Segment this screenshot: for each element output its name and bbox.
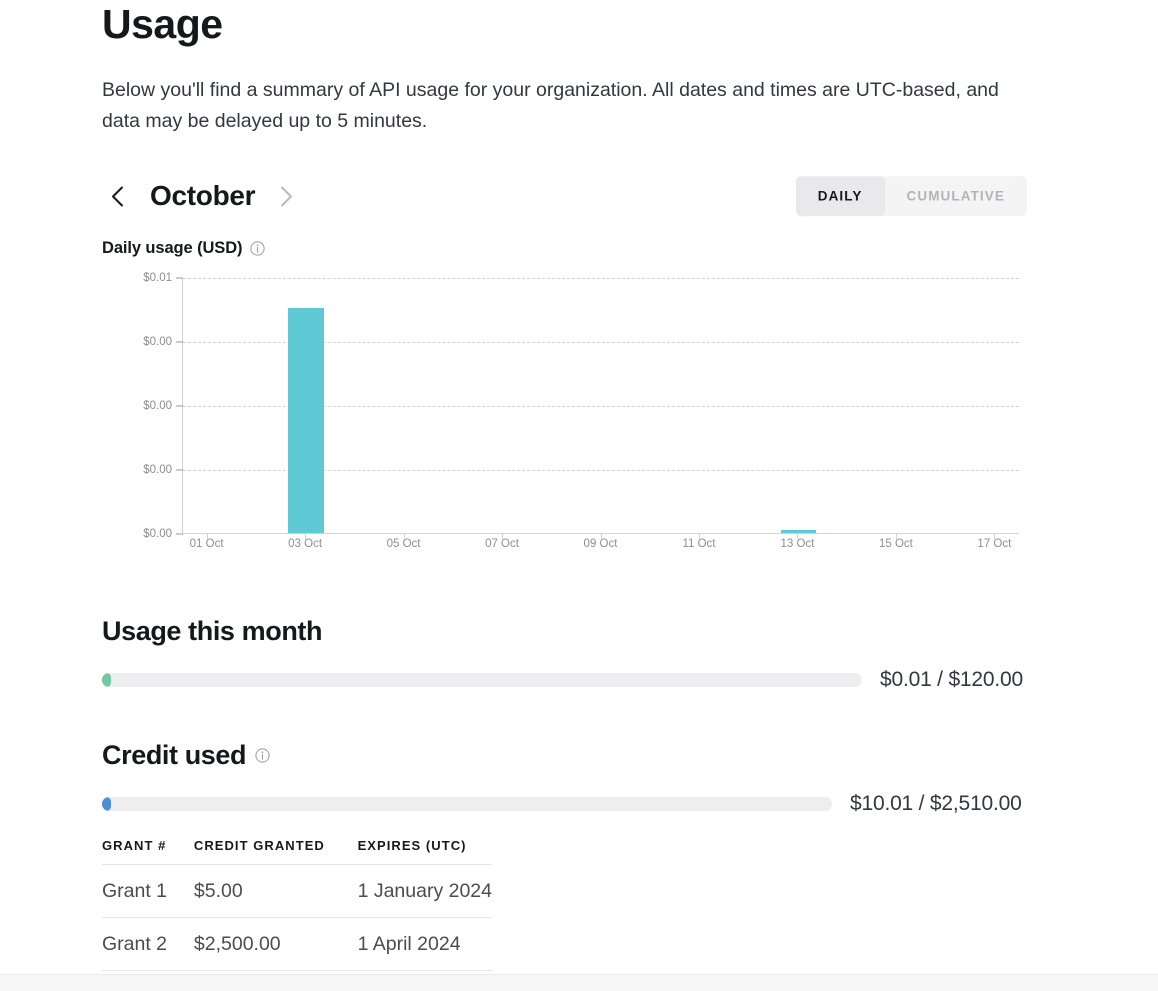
x-axis-tick-label: 05 Oct — [387, 538, 421, 550]
y-axis-tick-label: $0.00 — [143, 528, 172, 540]
chevron-right-icon[interactable] — [271, 181, 301, 211]
y-axis-tick-label: $0.01 — [143, 272, 172, 284]
section-title: Usage this month — [102, 616, 322, 647]
y-axis-tick-mark — [176, 342, 183, 343]
tab-cumulative[interactable]: CUMULATIVE — [885, 176, 1028, 216]
usage-this-month-section: Usage this month $0.01 / $120.00 — [102, 616, 1027, 692]
x-axis-tick-mark — [601, 534, 602, 539]
grants-table: GRANT # CREDIT GRANTED EXPIRES (UTC) Gra… — [102, 838, 492, 991]
grant-number: Grant 1 — [102, 865, 194, 918]
chart-gridline — [183, 278, 1019, 279]
x-axis-tick-label: 17 Oct — [977, 538, 1011, 550]
chevron-left-icon[interactable] — [102, 181, 132, 211]
x-axis-tick-label: 13 Oct — [780, 538, 814, 550]
chart-plot-area — [182, 278, 1019, 534]
daily-usage-chart: $0.01 $0.00 $0.00 $0.00 $0.00 01 Oct 03 Oct 05… — [102, 270, 1027, 570]
page-content: Usage Below you'll find a summary of API… — [102, 0, 1027, 991]
x-axis-tick-mark — [404, 534, 405, 539]
page-description: Below you'll find a summary of API usage… — [102, 75, 1027, 137]
section-title: Credit used — [102, 740, 246, 771]
tab-daily[interactable]: DAILY — [796, 176, 885, 216]
credit-granted: $2,500.00 — [194, 918, 358, 971]
y-axis-tick-mark — [176, 534, 183, 535]
x-axis-tick-mark — [896, 534, 897, 539]
credit-progress-track — [102, 797, 832, 811]
chart-bar[interactable] — [781, 530, 816, 533]
x-axis-tick-mark — [994, 534, 995, 539]
page-title: Usage — [102, 0, 1027, 45]
y-axis-tick-mark — [176, 406, 183, 407]
usage-amount-text: $0.01 / $120.00 — [880, 668, 1023, 692]
usage-progress-track — [102, 673, 862, 687]
y-axis-tick-mark — [176, 278, 183, 279]
credit-granted: $5.00 — [194, 865, 358, 918]
chart-header: Daily usage (USD) — [102, 239, 1027, 258]
usage-this-month-header: Usage this month — [102, 616, 1027, 647]
x-axis-tick-mark — [207, 534, 208, 539]
info-circle-icon[interactable] — [250, 241, 265, 256]
table-header-row: GRANT # CREDIT GRANTED EXPIRES (UTC) — [102, 838, 492, 865]
column-header-grant: GRANT # — [102, 838, 194, 865]
month-navigation-row: October DAILY CUMULATIVE — [102, 175, 1027, 217]
expires-date: 1 April 2024 — [358, 918, 492, 971]
usage-progress-fill — [102, 673, 111, 687]
table-row: Grant 2$2,500.001 April 2024 — [102, 918, 492, 971]
credit-used-header: Credit used — [102, 740, 1027, 771]
y-axis-tick-mark — [176, 470, 183, 471]
current-month-label: October — [150, 182, 255, 210]
x-axis-tick-mark — [797, 534, 798, 539]
x-axis-tick-mark — [305, 534, 306, 539]
column-header-credit-granted: CREDIT GRANTED — [194, 838, 358, 865]
x-axis-tick-label: 03 Oct — [288, 538, 322, 550]
usage-meter-row: $0.01 / $120.00 — [102, 668, 1027, 692]
x-axis-tick-label: 15 Oct — [879, 538, 913, 550]
credit-amount-text: $10.01 / $2,510.00 — [850, 792, 1022, 816]
credit-used-section: Credit used $10.01 / $2,510.00 — [102, 740, 1027, 816]
x-axis-tick-label: 01 Oct — [190, 538, 224, 550]
table-row: Grant 1$5.001 January 2024 — [102, 865, 492, 918]
chart-title: Daily usage (USD) — [102, 239, 242, 258]
view-mode-toggle: DAILY CUMULATIVE — [796, 176, 1027, 216]
x-axis-tick-label: 07 Oct — [485, 538, 519, 550]
column-header-expires: EXPIRES (UTC) — [358, 838, 492, 865]
grant-number: Grant 2 — [102, 918, 194, 971]
x-axis-tick-mark — [699, 534, 700, 539]
expires-date: 1 January 2024 — [358, 865, 492, 918]
y-axis: $0.01 $0.00 $0.00 $0.00 $0.00 — [102, 270, 172, 570]
x-axis-tick-mark — [502, 534, 503, 539]
usage-page: Usage Below you'll find a summary of API… — [0, 0, 1158, 991]
chart-bar[interactable] — [288, 308, 323, 533]
credit-meter-row: $10.01 / $2,510.00 — [102, 792, 1027, 816]
x-axis-tick-label: 11 Oct — [682, 538, 715, 550]
y-axis-tick-label: $0.00 — [143, 400, 172, 412]
info-circle-icon[interactable] — [255, 748, 270, 763]
y-axis-tick-label: $0.00 — [143, 336, 172, 348]
y-axis-tick-label: $0.00 — [143, 464, 172, 476]
footer-strip — [0, 974, 1158, 991]
credit-progress-fill — [102, 797, 111, 811]
x-axis-tick-label: 09 Oct — [584, 538, 618, 550]
